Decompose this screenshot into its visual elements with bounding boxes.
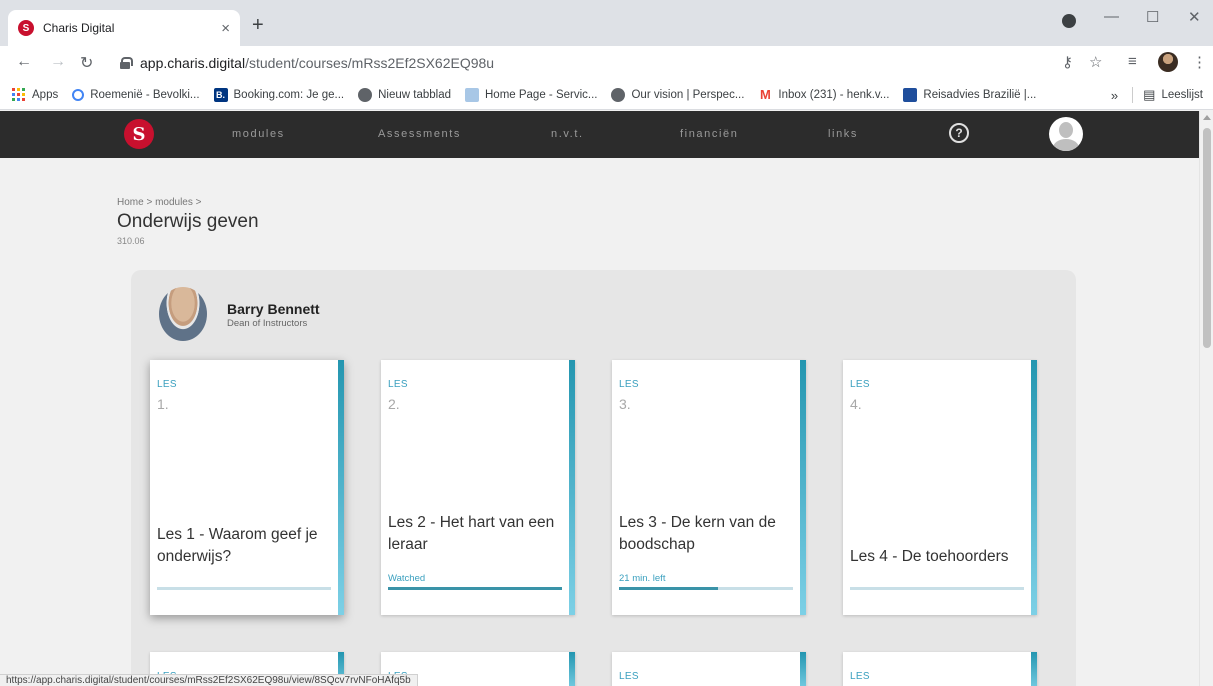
lesson-number: 3. [619, 396, 631, 412]
lesson-title: Les 2 - Het hart van een leraar [388, 514, 555, 553]
bookmark-item[interactable]: Nieuw tabblad [358, 87, 451, 102]
browser-tab[interactable]: S Charis Digital × [8, 10, 240, 46]
reading-list-icon[interactable]: ▤ [1143, 87, 1155, 103]
lesson-number: 1. [157, 396, 169, 412]
lesson-label: LES [619, 671, 639, 682]
lesson-number: 4. [850, 396, 862, 412]
new-tab-button[interactable]: + [252, 14, 264, 37]
bookmark-item[interactable]: B. Booking.com: Je ge... [213, 87, 344, 102]
lesson-status: 21 min. left [619, 573, 666, 584]
help-icon[interactable]: ? [949, 123, 969, 143]
lesson-title: Les 3 - De kern van de boodschap [619, 514, 776, 553]
tab-title: Charis Digital [43, 21, 115, 35]
bookmarks-bar: Apps Roemenië - Bevolki... B. Booking.co… [0, 80, 1213, 110]
page-scrollbar[interactable] [1199, 111, 1213, 686]
back-arrow-icon[interactable]: ← [16, 53, 32, 71]
lesson-progress-bar [619, 587, 793, 590]
lesson-number: 2. [388, 396, 400, 412]
bookmarks-right: » ▤ Leeslijst [1111, 80, 1203, 110]
lesson-progress-bar [850, 587, 1024, 590]
card-accent [338, 360, 344, 615]
card-accent [800, 360, 806, 615]
nav-link-financien[interactable]: financiën [680, 128, 738, 140]
address-bar[interactable]: app.charis.digital/student/courses/mRss2… [110, 50, 1040, 76]
browser-menu-icon[interactable]: ⋮ [1192, 53, 1207, 71]
forward-arrow-icon[interactable]: → [50, 53, 66, 71]
instructor-role: Dean of Instructors [227, 318, 308, 329]
globe-icon [72, 88, 85, 101]
lesson-title: Les 1 - Waarom geef je onderwijs? [157, 526, 318, 565]
breadcrumb[interactable]: Home > modules > [117, 197, 202, 208]
bookmark-item[interactable]: Our vision | Perspec... [611, 87, 744, 102]
reading-list-label[interactable]: Leeslijst [1161, 89, 1203, 101]
reload-icon[interactable]: ↻ [80, 53, 93, 73]
browser-account-avatar[interactable] [1158, 52, 1178, 72]
window-minimize-button[interactable]: — [1104, 8, 1119, 25]
bookmark-item[interactable]: Reisadvies Brazilië |... [903, 87, 1036, 102]
card-accent [569, 652, 575, 686]
bookmarks-divider [1132, 87, 1134, 103]
card-accent [569, 360, 575, 615]
password-key-icon[interactable]: ⚷ [1062, 53, 1073, 71]
page-title: Onderwijs geven [117, 211, 259, 232]
lesson-label: LES [388, 379, 408, 390]
lesson-progress-fill [388, 587, 562, 590]
tab-close-icon[interactable]: × [221, 20, 230, 37]
gmail-icon: M [759, 87, 771, 102]
browser-toolbar: ← → ↻ app.charis.digital/student/courses… [0, 46, 1213, 80]
lesson-label: LES [850, 379, 870, 390]
scroll-thumb[interactable] [1203, 128, 1211, 348]
nav-link-modules[interactable]: modules [232, 128, 285, 140]
lesson-label: LES [157, 379, 177, 390]
lesson-status: Watched [388, 573, 426, 584]
lesson-progress-bar [388, 587, 562, 590]
bookmarks-more-icon[interactable]: » [1111, 88, 1118, 103]
browser-tabstrip: S Charis Digital × + — ☐ ✕ [0, 0, 1213, 46]
nav-link-assessments[interactable]: Assessments [378, 128, 461, 140]
lesson-title: Les 4 - De toehoorders [850, 548, 1009, 565]
charis-favicon-icon: S [18, 20, 34, 36]
globe-icon [358, 87, 373, 102]
instructor-avatar [159, 287, 207, 341]
card-accent [800, 652, 806, 686]
lesson-card-2[interactable]: LES 2. Les 2 - Het hart van een leraar W… [381, 360, 575, 615]
apps-grid-icon [12, 87, 26, 102]
flag-icon [903, 87, 918, 102]
lesson-card-4[interactable]: LES 4. Les 4 - De toehoorders [843, 360, 1037, 615]
url-host: app.charis.digital [140, 55, 246, 71]
charis-logo-icon[interactable]: S [124, 119, 154, 149]
page-icon [465, 87, 479, 102]
lesson-label: LES [850, 671, 870, 682]
window-maximize-button[interactable]: ☐ [1146, 8, 1159, 26]
media-playlist-icon[interactable]: ≡ [1128, 53, 1137, 70]
browser-profile-icon[interactable] [1062, 14, 1076, 28]
lesson-card-7[interactable]: LES [612, 652, 806, 686]
lesson-card-8[interactable]: LES [843, 652, 1037, 686]
link-status-url: https://app.charis.digital/student/cours… [0, 674, 418, 686]
url-path: /student/courses/mRss2Ef2SX62EQ98u [245, 55, 495, 71]
card-accent [1031, 360, 1037, 615]
instructor-name: Barry Bennett [227, 301, 320, 317]
course-code: 310.06 [117, 236, 145, 246]
user-avatar[interactable] [1049, 117, 1083, 151]
nav-link-links[interactable]: links [828, 128, 858, 140]
lesson-label: LES [619, 379, 639, 390]
lesson-card-1[interactable]: LES 1. Les 1 - Waarom geef je onderwijs? [150, 360, 344, 615]
site-navbar: S modules Assessments n.v.t. financiën l… [0, 111, 1199, 158]
bookmark-apps[interactable]: Apps [12, 87, 58, 102]
lock-icon [120, 57, 133, 69]
scroll-up-arrow-icon[interactable] [1203, 115, 1211, 120]
lesson-progress-bar [157, 587, 331, 590]
nav-link-nvt[interactable]: n.v.t. [551, 128, 584, 140]
bookmark-item[interactable]: M Inbox (231) - henk.v... [758, 87, 889, 102]
lesson-progress-fill [619, 587, 719, 590]
bookmark-item[interactable]: Roemenië - Bevolki... [72, 88, 200, 101]
booking-icon: B. [213, 87, 228, 102]
globe-icon [611, 87, 626, 102]
lesson-card-3[interactable]: LES 3. Les 3 - De kern van de boodschap … [612, 360, 806, 615]
bookmark-star-icon[interactable]: ☆ [1089, 53, 1102, 71]
window-close-button[interactable]: ✕ [1188, 8, 1201, 26]
bookmark-item[interactable]: Home Page - Servic... [465, 87, 597, 102]
card-accent [1031, 652, 1037, 686]
